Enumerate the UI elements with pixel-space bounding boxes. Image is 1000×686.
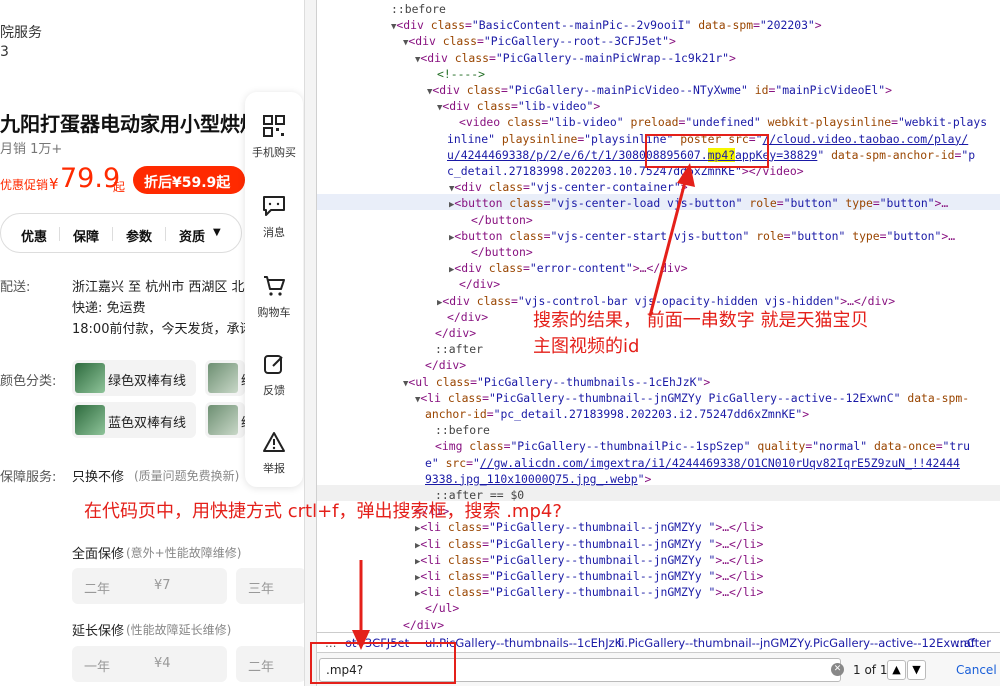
annotation-arrows (352, 163, 695, 650)
result-annotation-line1: 搜索的结果， 前面一串数字 就是天猫宝贝 (533, 310, 869, 331)
result-annotation-line2: 主图视频的id (533, 336, 640, 357)
search-highlight-box (310, 642, 456, 684)
arrow-up-line (648, 177, 688, 317)
arrow-up-head (677, 163, 695, 187)
instruction-annotation: 在代码页中，用快捷方式 crtl+f，弹出搜索框，搜索 .mp4? (84, 501, 562, 522)
